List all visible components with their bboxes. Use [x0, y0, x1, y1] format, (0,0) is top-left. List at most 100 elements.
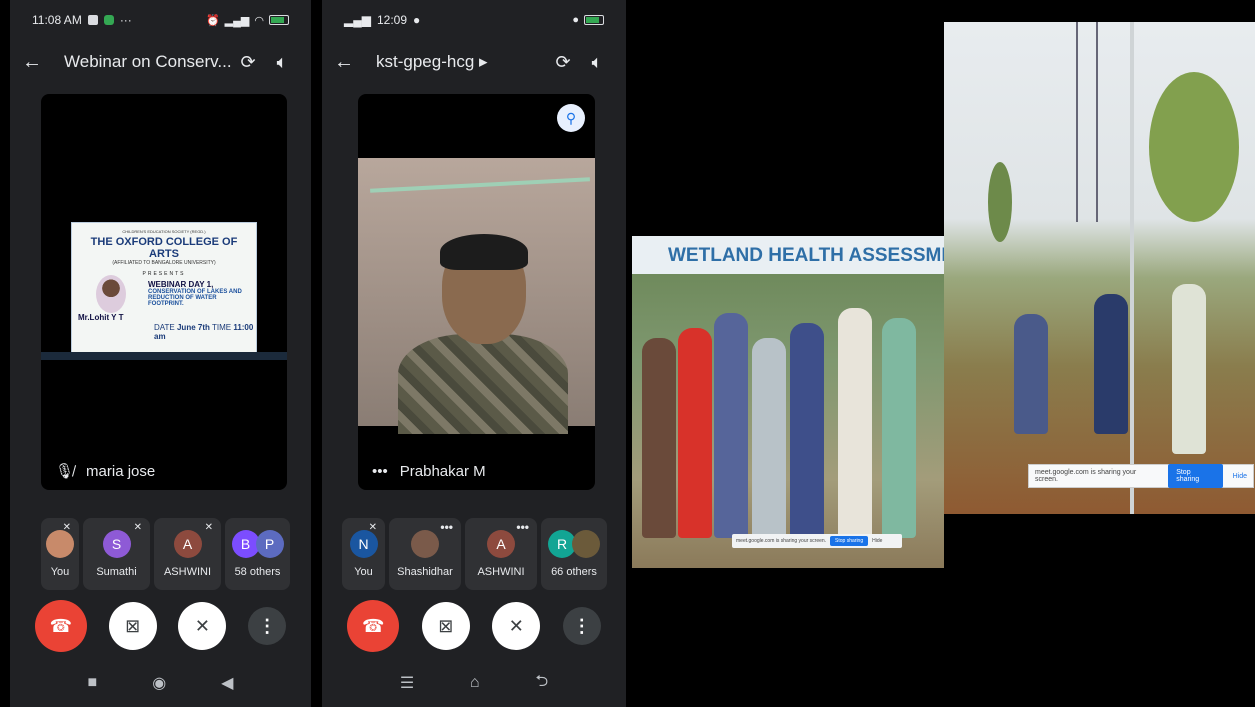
switch-camera-icon[interactable]: ⟳	[231, 52, 265, 73]
status-time: 11:08 AM	[32, 13, 82, 27]
webinar-slide: CHILDREN'S EDUCATION SOCIETY (REGD.) THE…	[71, 222, 257, 360]
more-horiz-icon[interactable]: •••	[516, 520, 529, 534]
avatar-group: R	[548, 530, 600, 558]
more-vert-icon: ⋮	[258, 615, 277, 636]
recents-icon[interactable]: ■	[88, 674, 98, 692]
meet-screen-1: 11:08 AM ··· ⏰ ▂▄▆ ◠ ← Webinar on Conser…	[10, 0, 311, 707]
camera-toggle-button[interactable]: ⊠	[108, 602, 157, 650]
participant-card-shashidhar[interactable]: ••• Shashidhar	[389, 518, 461, 590]
mic-off-icon: ✕	[194, 615, 210, 636]
participant-label: ASHWINI	[477, 566, 525, 578]
participant-card-ashwini[interactable]: ••• A ASHWINI	[465, 518, 537, 590]
date-time: DATE June 7th TIME 11:00 am	[154, 323, 256, 341]
stop-sharing-button[interactable]: Stop sharing	[830, 536, 869, 546]
camera-off-icon: ⊠	[125, 615, 141, 636]
tree	[1149, 72, 1239, 222]
participant-card-ashwini[interactable]: ✕ A ASHWINI	[154, 518, 221, 590]
system-nav-bar: ■ ◉ ◀	[10, 659, 311, 707]
battery-icon	[269, 15, 289, 25]
speaker-name: Mr.Lohit Y T	[78, 313, 124, 322]
video-tile[interactable]: ⚲ ••• Prabhakar M	[358, 94, 595, 490]
screen-share-bar: meet.google.com is sharing your screen. …	[732, 534, 902, 548]
meeting-title[interactable]: kst-gpeg-hcg ▸	[362, 52, 546, 72]
plantation-photo: meet.google.com is sharing your screen. …	[944, 22, 1255, 514]
pin-icon[interactable]: ⚲	[557, 104, 585, 132]
more-horiz-icon[interactable]: •••	[440, 520, 453, 534]
mic-off-icon: 🎙︎̸	[55, 463, 75, 480]
participant-card-you[interactable]: ✕ N You	[342, 518, 385, 590]
meet-screen-2: ▂▄▆ 12:09 ● ● ← kst-gpeg-hcg ▸ ⟳ 🔈︎ ⚲ ••…	[322, 0, 626, 707]
wetland-photo: WETLAND HEALTH ASSESSMEN meet.google.com…	[632, 236, 944, 568]
shared-taskbar	[41, 352, 287, 360]
speaker-icon[interactable]: 🔈︎	[580, 52, 614, 73]
mic-off-icon: ✕	[508, 615, 524, 636]
status-bar: 11:08 AM ··· ⏰ ▂▄▆ ◠	[10, 0, 311, 40]
hide-link[interactable]: Hide	[872, 538, 882, 544]
person	[882, 318, 916, 538]
meeting-toolbar: ← Webinar on Conserv... ▸ ⟳ 🔈︎	[10, 40, 311, 84]
person	[1094, 294, 1128, 434]
participant-name: Prabhakar M	[399, 463, 486, 480]
more-options-button[interactable]: ⋮	[248, 607, 287, 645]
avatar	[46, 530, 74, 558]
wetland-scene: meet.google.com is sharing your screen. …	[632, 274, 944, 568]
menu-icon[interactable]: ☰	[400, 673, 414, 693]
more-options-button[interactable]: ⋮	[562, 607, 601, 645]
share-text: meet.google.com is sharing your screen.	[736, 538, 827, 544]
participant-card-you[interactable]: ✕ You	[41, 518, 79, 590]
alarm-icon: ⏰	[205, 14, 220, 27]
status-bar: ▂▄▆ 12:09 ● ●	[322, 0, 626, 40]
status-time: 12:09	[376, 13, 407, 27]
location-icon: ●	[413, 13, 421, 27]
mic-toggle-button[interactable]: ✕	[492, 602, 541, 650]
mic-off-icon: ✕	[62, 522, 71, 533]
switch-camera-icon[interactable]: ⟳	[546, 52, 580, 73]
participant-strip: ✕ N You ••• Shashidhar ••• A ASHWINI R 6…	[322, 518, 626, 590]
meeting-title[interactable]: Webinar on Conserv... ▸	[50, 52, 231, 72]
date-value: June 7th	[176, 323, 210, 332]
participant-label: ASHWINI	[163, 566, 212, 578]
end-call-icon: ☎	[362, 615, 385, 636]
person	[714, 313, 748, 538]
mic-off-icon: ✕	[368, 522, 377, 533]
participant-card-others[interactable]: R 66 others	[541, 518, 607, 590]
mic-off-icon: ✕	[133, 522, 142, 533]
signal-icon: ▂▄▆	[224, 14, 250, 27]
home-icon[interactable]: ◉	[152, 673, 166, 693]
mic-toggle-button[interactable]: ✕	[178, 602, 227, 650]
home-icon[interactable]: ⌂	[470, 674, 480, 692]
wifi-icon: ◠	[254, 14, 264, 27]
back-arrow-icon[interactable]: ←	[22, 51, 50, 74]
participant-label: Shashidhar	[397, 566, 453, 578]
person-body	[398, 334, 568, 434]
end-call-button[interactable]: ☎	[34, 600, 87, 652]
speaker-icon[interactable]: 🔈︎	[265, 52, 299, 73]
person	[838, 308, 872, 538]
participant-video	[358, 158, 595, 434]
person	[752, 338, 786, 538]
back-icon[interactable]: ◀	[221, 673, 233, 693]
affiliation: (AFFILIATED TO BANGALORE UNIVERSITY)	[112, 260, 216, 266]
participant-label: You	[354, 566, 373, 578]
call-controls: ☎ ⊠ ✕ ⋮	[10, 600, 311, 652]
end-call-button[interactable]: ☎	[347, 600, 400, 652]
avatar: P	[255, 530, 284, 558]
date-label: DATE	[154, 323, 175, 332]
hide-link[interactable]: Hide	[1233, 473, 1247, 480]
participant-name: maria jose	[86, 462, 156, 480]
tube-light	[370, 177, 590, 193]
back-icon[interactable]: ⮌	[535, 670, 548, 697]
participant-strip: ✕ You ✕ S Sumathi ✕ A ASHWINI B P 58 oth…	[10, 518, 311, 590]
meeting-toolbar: ← kst-gpeg-hcg ▸ ⟳ 🔈︎	[322, 40, 626, 84]
presentation-tile[interactable]: CHILDREN'S EDUCATION SOCIETY (REGD.) THE…	[41, 94, 287, 490]
person	[642, 338, 676, 538]
participant-card-sumathi[interactable]: ✕ S Sumathi	[83, 518, 150, 590]
end-call-icon: ☎	[49, 615, 73, 636]
vpn-icon: ●	[572, 14, 579, 26]
camera-toggle-button[interactable]: ⊠	[421, 602, 470, 650]
participant-card-others[interactable]: B P 58 others	[225, 518, 290, 590]
back-arrow-icon[interactable]: ←	[334, 51, 362, 74]
more-horiz-icon[interactable]: •••	[372, 463, 388, 480]
more-vert-icon: ⋮	[572, 615, 591, 636]
stop-sharing-button[interactable]: Stop sharing	[1168, 464, 1223, 488]
